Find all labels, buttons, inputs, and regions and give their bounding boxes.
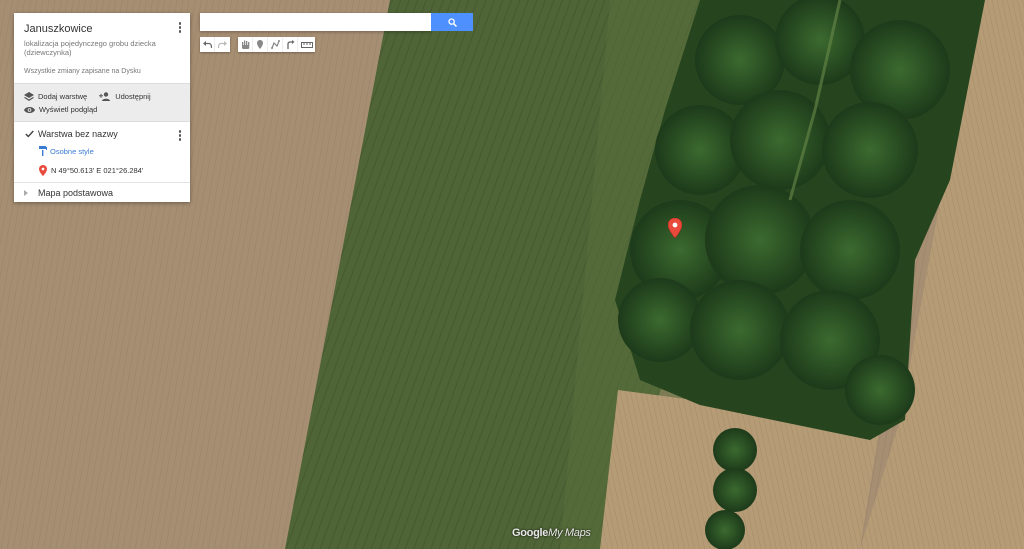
individual-styles-label: Osobne style	[50, 146, 94, 156]
layers-icon	[24, 92, 34, 101]
add-layer-label: Dodaj warstwę	[38, 92, 88, 101]
google-my-maps-logo: GoogleMy Maps	[512, 527, 591, 539]
map-tools-group	[238, 37, 315, 52]
place-item[interactable]: N 49°50.613' E 021°26.284'	[39, 165, 180, 176]
layer-name[interactable]: Warstwa bez nazwy	[38, 129, 118, 139]
base-map-label: Mapa podstawowa	[38, 188, 114, 198]
map-options-icon[interactable]	[178, 22, 182, 34]
checkmark-icon	[24, 130, 34, 138]
undo-button[interactable]	[200, 37, 215, 52]
share-button[interactable]: Udostępnij	[99, 92, 151, 101]
share-label: Udostępnij	[115, 92, 151, 101]
add-marker-button[interactable]	[253, 37, 268, 52]
preview-button[interactable]: Wyświetl podgląd	[24, 105, 97, 114]
base-map-toggle[interactable]: Mapa podstawowa	[14, 183, 190, 202]
eye-icon	[24, 106, 35, 113]
hand-icon	[241, 40, 249, 49]
draw-line-button[interactable]	[268, 37, 283, 52]
search-icon	[447, 17, 457, 27]
panel-header: Januszkowice lokalizacja pojedynczego gr…	[14, 13, 190, 83]
layer-options-icon[interactable]	[178, 130, 182, 142]
search-input[interactable]	[200, 13, 431, 31]
google-wordmark: Google	[512, 527, 549, 539]
search-button[interactable]	[431, 13, 473, 31]
map-description[interactable]: lokalizacja pojedynczego grobu dziecka (…	[24, 39, 180, 57]
individual-styles-link[interactable]: Osobne style	[39, 146, 180, 156]
undo-icon	[202, 41, 212, 48]
directions-button[interactable]	[283, 37, 298, 52]
redo-icon	[218, 41, 227, 48]
save-status: Wszystkie zmiany zapisane na Dysku	[24, 68, 141, 75]
mymaps-wordmark: My Maps	[548, 527, 591, 539]
directions-icon	[286, 40, 294, 49]
red-pin-icon	[39, 165, 47, 176]
map-legend-panel: Januszkowice lokalizacja pojedynczego gr…	[14, 13, 190, 202]
layer-visibility-checkbox[interactable]	[24, 129, 34, 139]
add-person-icon	[99, 92, 111, 101]
layer-section: Warstwa bez nazwy Osobne style N 49°50.6…	[14, 122, 190, 183]
draw-line-icon	[270, 40, 280, 49]
paint-roller-icon	[39, 146, 47, 156]
expand-caret-icon	[24, 190, 28, 196]
pan-tool-button[interactable]	[238, 37, 253, 52]
add-marker-icon	[257, 40, 263, 49]
measure-icon	[300, 41, 313, 48]
add-layer-button[interactable]: Dodaj warstwę	[24, 92, 87, 101]
panel-actions: Dodaj warstwę Udostępnij Wyświetl podglą…	[14, 83, 190, 122]
map-title[interactable]: Januszkowice	[24, 23, 180, 35]
redo-button[interactable]	[215, 37, 230, 52]
preview-label: Wyświetl podgląd	[39, 105, 98, 114]
undo-redo-group	[200, 37, 230, 52]
measure-button[interactable]	[298, 37, 315, 52]
place-coordinates: N 49°50.613' E 021°26.284'	[51, 166, 144, 175]
location-marker-icon[interactable]	[668, 218, 682, 238]
